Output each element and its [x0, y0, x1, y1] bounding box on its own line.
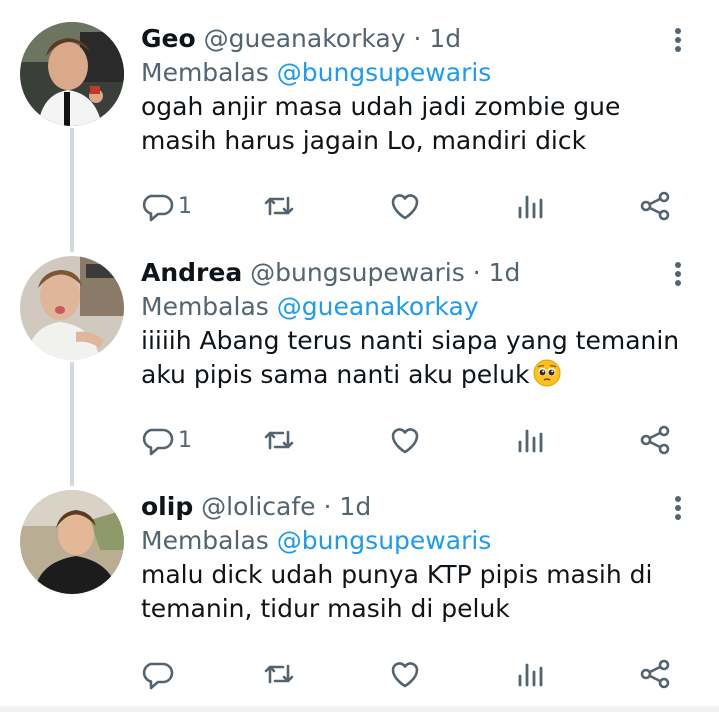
share-icon — [640, 425, 670, 455]
tweet-text-line: malu dick udah punya KTP pipis masih di — [141, 560, 653, 589]
reply-count: 1 — [178, 193, 192, 219]
display-name[interactable]: olip — [141, 492, 193, 521]
like-button[interactable] — [387, 188, 423, 224]
more-options-icon[interactable] — [666, 26, 690, 56]
divider — [0, 706, 719, 712]
analytics-icon — [518, 429, 543, 453]
avatar[interactable] — [20, 490, 124, 594]
avatar-image — [20, 490, 124, 594]
reply-mention[interactable]: @bungsupewaris — [277, 526, 492, 555]
more-options-icon[interactable] — [666, 494, 690, 524]
tweet-text-line: masih harus jagain Lo, mandiri dick — [141, 126, 587, 155]
analytics-icon — [518, 663, 543, 687]
retweet-button[interactable] — [261, 656, 297, 692]
reply-count: 1 — [178, 427, 192, 453]
more-options-icon[interactable] — [666, 260, 690, 290]
share-button[interactable] — [637, 422, 673, 458]
tweet-text-line: iiiiih Abang terus nanti siapa yang tema… — [141, 326, 680, 355]
reply-icon — [142, 194, 174, 222]
like-icon — [391, 662, 419, 688]
retweet-button[interactable] — [261, 188, 297, 224]
reply-prefix: Membalas — [141, 526, 269, 555]
retweet-icon — [264, 664, 294, 684]
tweet-actions — [0, 656, 719, 692]
reply-context: Membalas @bungsupewaris — [141, 56, 491, 90]
like-button[interactable] — [387, 656, 423, 692]
pleading-face-emoji — [533, 359, 561, 387]
timestamp[interactable]: 1d — [489, 258, 521, 287]
tweet-actions: 1 — [0, 188, 719, 224]
retweet-icon — [264, 196, 294, 216]
reply-button[interactable]: 1 — [140, 422, 192, 458]
share-icon — [640, 659, 670, 689]
timestamp[interactable]: 1d — [339, 492, 371, 521]
share-button[interactable] — [637, 656, 673, 692]
reply-context: Membalas @bungsupewaris — [141, 524, 491, 558]
retweet-button[interactable] — [261, 422, 297, 458]
separator: · — [323, 492, 332, 521]
tweet[interactable]: Andrea @bungsupewaris · 1d Membalas @gue… — [0, 256, 719, 490]
reply-button[interactable] — [140, 656, 178, 692]
display-name[interactable]: Geo — [141, 24, 196, 53]
tweet-text-line: aku pipis sama nanti aku peluk — [141, 358, 681, 392]
like-button[interactable] — [387, 422, 423, 458]
share-button[interactable] — [637, 188, 673, 224]
reply-icon — [142, 428, 174, 456]
separator: · — [413, 24, 422, 53]
analytics-button[interactable] — [512, 422, 548, 458]
user-handle[interactable]: @gueanakorkay — [204, 24, 406, 53]
reply-prefix: Membalas — [141, 292, 269, 321]
tweet-text-segment: aku pipis sama nanti aku peluk — [141, 360, 530, 389]
tweet-text: ogah anjir masa udah jadi zombie gue mas… — [141, 90, 681, 158]
analytics-button[interactable] — [512, 188, 548, 224]
display-name[interactable]: Andrea — [141, 258, 242, 287]
tweet[interactable]: Geo @gueanakorkay · 1d Membalas @bungsup… — [0, 22, 719, 256]
user-handle[interactable]: @lolicafe — [201, 492, 315, 521]
separator: · — [472, 258, 481, 287]
reply-mention[interactable]: @bungsupewaris — [277, 58, 492, 87]
tweet-text-line: ogah anjir masa udah jadi zombie gue — [141, 92, 621, 121]
timestamp[interactable]: 1d — [429, 24, 461, 53]
share-icon — [640, 191, 670, 221]
analytics-icon — [518, 195, 543, 219]
analytics-button[interactable] — [512, 656, 548, 692]
retweet-icon — [264, 430, 294, 450]
avatar[interactable] — [20, 256, 124, 360]
avatar[interactable] — [20, 22, 124, 126]
reply-context: Membalas @gueanakorkay — [141, 290, 479, 324]
reply-button[interactable]: 1 — [140, 188, 192, 224]
reply-prefix: Membalas — [141, 58, 269, 87]
user-handle[interactable]: @bungsupewaris — [250, 258, 465, 287]
tweet-text-line: temanin, tidur masih di peluk — [141, 594, 510, 623]
tweet-text: malu dick udah punya KTP pipis masih di … — [141, 558, 681, 626]
reply-mention[interactable]: @gueanakorkay — [277, 292, 479, 321]
avatar-image — [20, 22, 124, 126]
reply-icon — [142, 662, 174, 690]
avatar-image — [20, 256, 124, 360]
tweet[interactable]: olip @lolicafe · 1d Membalas @bungsupewa… — [0, 490, 719, 724]
tweet-text: iiiiih Abang terus nanti siapa yang tema… — [141, 324, 681, 392]
like-icon — [391, 194, 419, 220]
like-icon — [391, 428, 419, 454]
tweet-actions: 1 — [0, 422, 719, 458]
